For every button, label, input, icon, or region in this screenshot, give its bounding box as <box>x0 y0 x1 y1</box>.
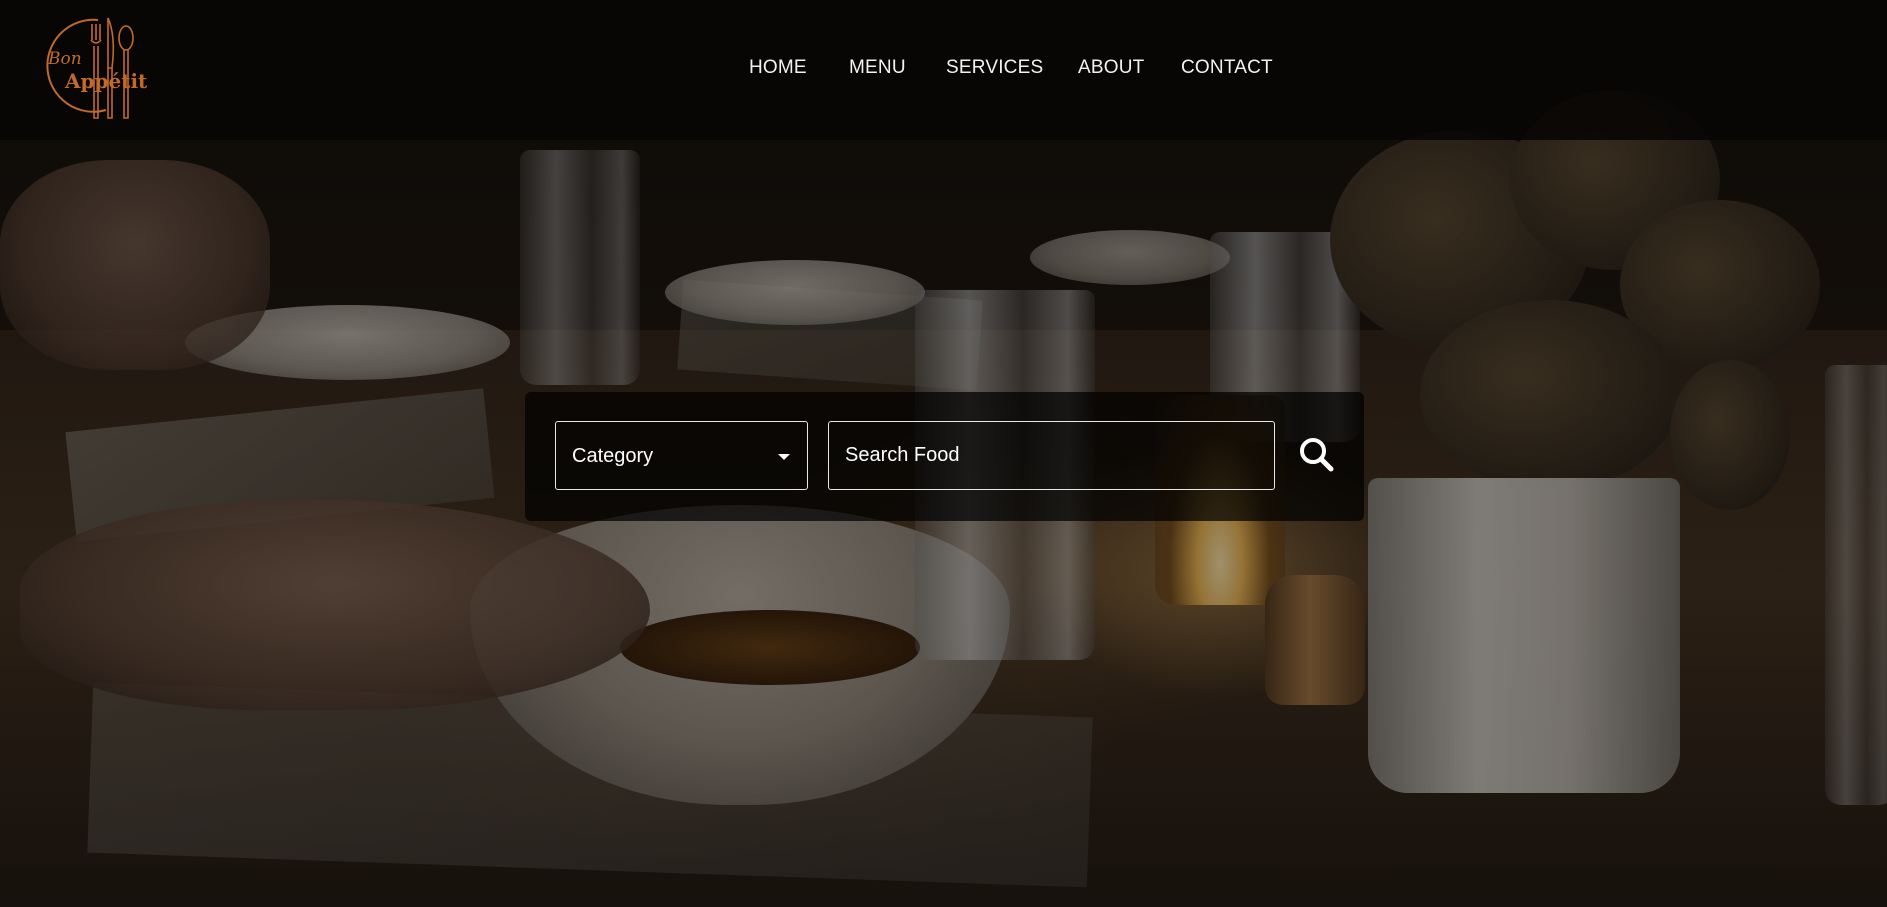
nav-item-home[interactable]: HOME <box>749 57 807 79</box>
search-food-input[interactable] <box>828 421 1275 490</box>
main-nav: HOME MENU SERVICES ABOUT CONTACT <box>0 0 1887 134</box>
category-dropdown[interactable]: Category <box>555 421 808 490</box>
caret-down-icon <box>778 454 790 460</box>
nav-item-contact[interactable]: CONTACT <box>1181 57 1273 79</box>
search-icon <box>1300 438 1334 472</box>
food-search-panel: Category <box>525 392 1364 521</box>
nav-item-services[interactable]: SERVICES <box>946 57 1043 79</box>
nav-item-menu[interactable]: MENU <box>849 57 906 79</box>
nav-item-about[interactable]: ABOUT <box>1078 57 1144 79</box>
site-header: Bon Appétit HOME MENU SERVICES ABOUT CON… <box>0 0 1887 140</box>
category-dropdown-label: Category <box>572 445 654 467</box>
search-button[interactable] <box>1292 430 1342 480</box>
